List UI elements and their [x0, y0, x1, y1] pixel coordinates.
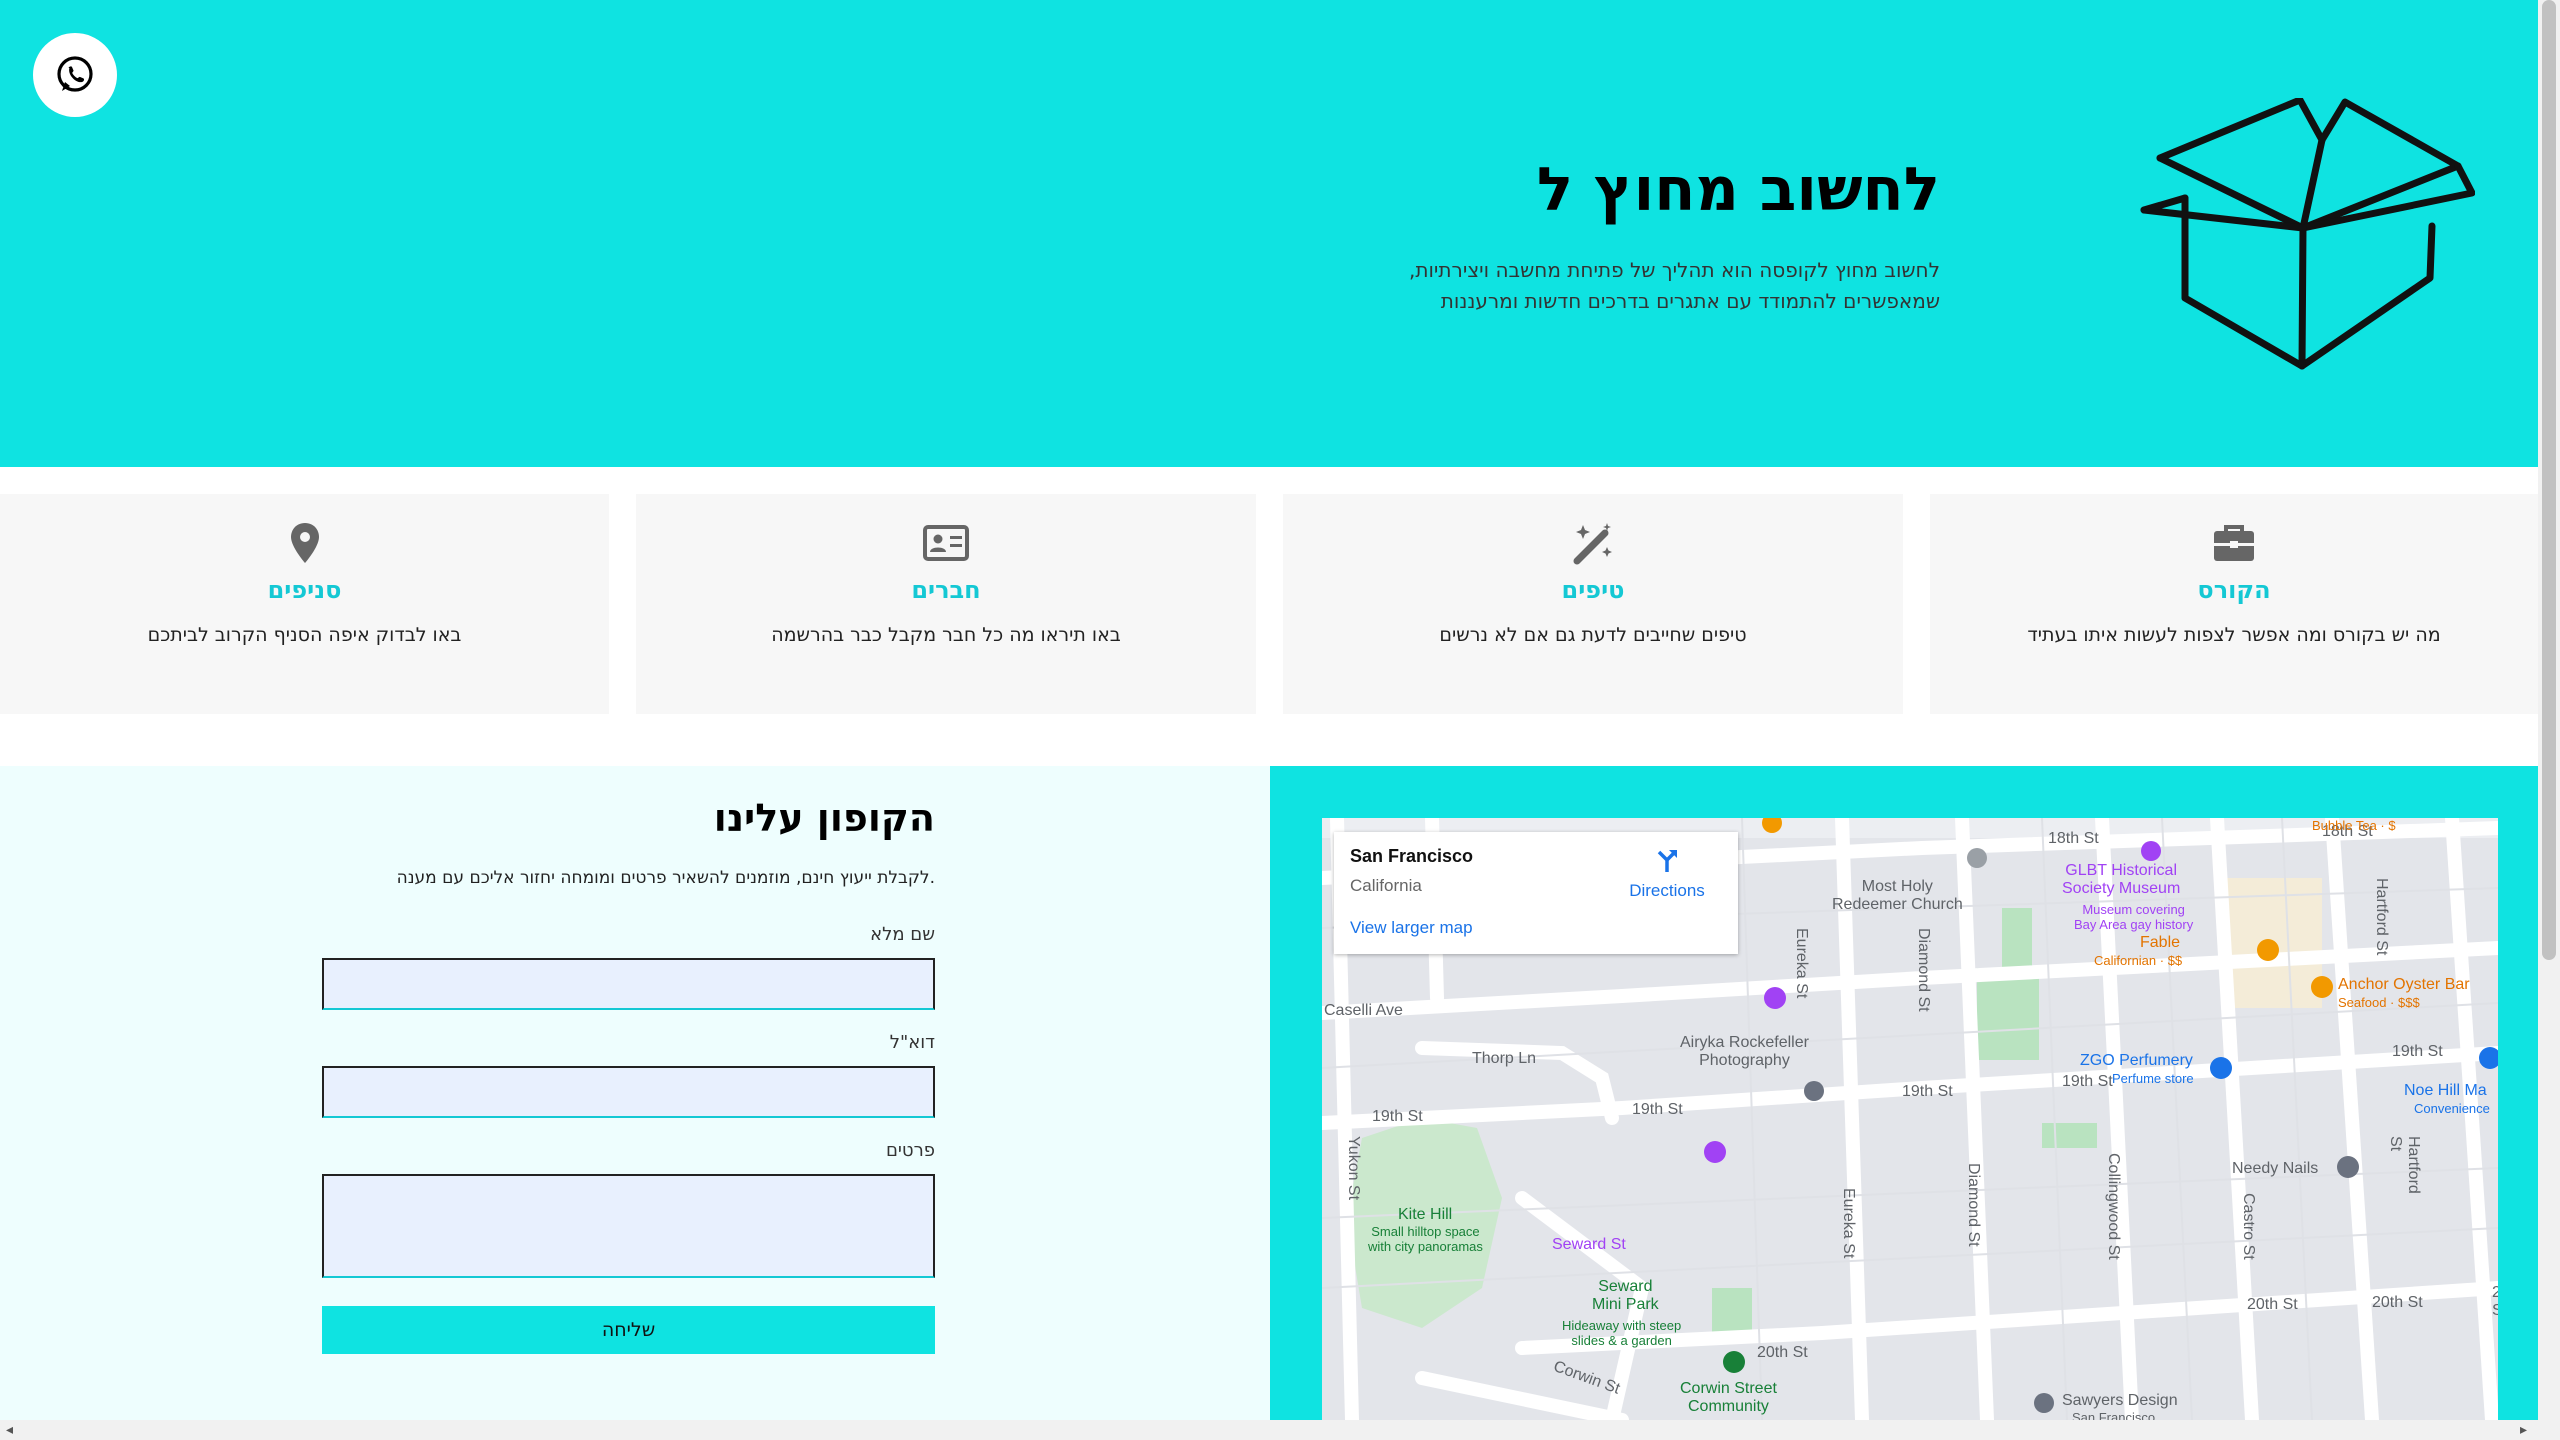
place-sublabel: Bubble Tea · $ — [2312, 818, 2396, 833]
feature-title: סניפים — [267, 576, 342, 604]
place-sublabel: San Francisco — [2072, 1410, 2156, 1420]
submit-button[interactable]: שליחה — [322, 1306, 935, 1354]
email-input[interactable] — [322, 1066, 935, 1118]
feature-card-tips[interactable]: טיפים טיפים שחייבים לדעת גם אם לא נרשים — [1283, 494, 1903, 714]
whatsapp-button[interactable] — [33, 33, 117, 117]
view-larger-map-link[interactable]: View larger map — [1350, 918, 1473, 938]
place-sublabel: Hideaway with steep slides & a garden — [1562, 1318, 1682, 1348]
scroll-left-icon[interactable]: ◂ — [6, 1422, 13, 1438]
street-label: Thorp Ln — [1472, 1050, 1537, 1067]
horizontal-scrollbar[interactable]: ◂ ▸ — [0, 1420, 2560, 1440]
directions-button[interactable]: Directions — [1622, 846, 1712, 901]
place-label: Seward St — [1552, 1236, 1626, 1253]
google-map[interactable]: 18th St 18th St Caselli Ave Thorp Ln 19t… — [1322, 818, 2498, 1420]
page: לחשוב מחוץ ל לחשוב מחוץ לקופסה הוא תהליך… — [0, 0, 2538, 1420]
street-label: Eureka St — [1840, 1188, 1857, 1259]
street-label: Corwin St — [1551, 1358, 1623, 1398]
coupon-title: הקופון עלינו — [713, 796, 935, 840]
hero-text: לחשוב מחוץ לקופסה הוא תהליך של פתיחת מחש… — [1408, 258, 1940, 313]
place-label: Sawyers Design — [2062, 1392, 2178, 1409]
feature-card-members[interactable]: חברים באו תיראו מה כל חבר מקבל כבר בהרשמ… — [636, 494, 1256, 714]
place-label: Kite Hill — [1398, 1206, 1453, 1223]
map-state: California — [1350, 876, 1422, 895]
place-label: Fable — [2140, 934, 2181, 951]
place-sublabel: Museum covering Bay Area gay history — [2074, 902, 2194, 932]
map-city: San Francisco — [1350, 846, 1474, 866]
place-label: Most Holy Redeemer Church — [1832, 878, 1963, 913]
name-label: שם מלא — [870, 924, 935, 945]
map-pin-icon — [280, 518, 330, 568]
street-label: Caselli Ave — [1324, 1002, 1403, 1019]
place-label: Airyka Rockefeller Photography — [1680, 1034, 1809, 1069]
feature-desc: מה יש בקורס ומה אפשר לצפות לעשות איתו בע… — [2027, 624, 2441, 646]
map-info-card: San Francisco California View larger map… — [1334, 832, 1738, 954]
details-textarea[interactable] — [322, 1174, 935, 1278]
street-label: 19th St — [1632, 1101, 1683, 1118]
feature-desc: באו תיראו מה כל חבר מקבל כבר בהרשמה — [771, 624, 1121, 646]
street-label: Hartford St — [2373, 878, 2390, 956]
directions-label: Directions — [1629, 881, 1705, 900]
place-label: Noe Hill Ma — [2404, 1082, 2487, 1099]
feature-title: טיפים — [1561, 576, 1625, 604]
street-label: 18th St — [2048, 830, 2099, 847]
feature-title: חברים — [911, 576, 981, 604]
scroll-right-icon[interactable]: ▸ — [2520, 1422, 2527, 1438]
feature-desc: טיפים שחייבים לדעת גם אם לא נרשים — [1439, 624, 1747, 646]
details-label: פרטים — [885, 1140, 935, 1161]
street-label: 19th St — [2062, 1073, 2113, 1090]
place-sublabel: Convenience — [2414, 1101, 2490, 1116]
email-label: דוא"ל — [889, 1032, 935, 1053]
street-label: 20th St — [2247, 1296, 2298, 1313]
map-section: 18th St 18th St Caselli Ave Thorp Ln 19t… — [1270, 766, 2538, 1420]
briefcase-icon — [2209, 518, 2259, 568]
coupon-section: הקופון עלינו .לקבלת ייעוץ חינם, מוזמנים … — [0, 766, 1270, 1420]
street-label: Collingwood St — [2105, 1153, 2122, 1260]
street-label: 20th St — [2372, 1294, 2423, 1311]
street-label: Diamond St — [1915, 928, 1932, 1012]
place-sublabel: Seafood · $$$ — [2338, 995, 2420, 1010]
street-label: Eureka St — [1793, 928, 1810, 999]
street-label: 19th St — [2392, 1043, 2443, 1060]
street-label: Hartford St — [2387, 1136, 2422, 1194]
vertical-scrollbar[interactable] — [2538, 0, 2560, 1420]
whatsapp-icon — [57, 56, 93, 92]
magic-wand-icon — [1568, 518, 1618, 568]
street-label: 20th St — [2492, 1284, 2498, 1319]
feature-title: הקורס — [2197, 576, 2271, 604]
full-name-input[interactable] — [322, 958, 935, 1010]
place-label: GLBT Historical Society Museum — [2062, 862, 2181, 897]
hero-title: לחשוב מחוץ ל — [1536, 155, 1940, 225]
street-label: Castro St — [2240, 1193, 2257, 1260]
place-label: Anchor Oyster Bar — [2338, 976, 2470, 993]
street-label: 20th St — [1757, 1344, 1808, 1361]
features-section: הקורס מה יש בקורס ומה אפשר לצפות לעשות א… — [0, 494, 2538, 714]
place-label: ZGO Perfumery — [2080, 1052, 2193, 1069]
street-label: Diamond St — [1965, 1163, 1982, 1247]
street-label: Yukon St — [1345, 1136, 1362, 1201]
feature-desc: באו לבדוק איפה הסניף הקרוב לביתכם — [147, 624, 462, 646]
feature-card-course[interactable]: הקורס מה יש בקורס ומה אפשר לצפות לעשות א… — [1930, 494, 2538, 714]
directions-icon — [1657, 850, 1677, 872]
place-label: Corwin Street Community — [1680, 1380, 1777, 1415]
hero-section: לחשוב מחוץ ל לחשוב מחוץ לקופסה הוא תהליך… — [0, 0, 2538, 467]
place-sublabel: Californian · $$ — [2094, 953, 2183, 968]
id-card-icon — [921, 518, 971, 568]
place-label: Needy Nails — [2232, 1160, 2319, 1177]
open-box-icon — [2140, 98, 2475, 370]
street-label: 19th St — [1372, 1108, 1423, 1125]
place-sublabel: Perfume store — [2112, 1071, 2194, 1086]
street-label: 19th St — [1902, 1083, 1953, 1100]
coupon-subtitle: .לקבלת ייעוץ חינם, מוזמנים להשאיר פרטים … — [396, 868, 935, 888]
place-sublabel: Small hilltop space with city panoramas — [1368, 1224, 1483, 1254]
scrollbar-thumb[interactable] — [2542, 0, 2556, 960]
place-label: Seward Mini Park — [1592, 1278, 1659, 1313]
feature-card-branches[interactable]: סניפים באו לבדוק איפה הסניף הקרוב לביתכם — [0, 494, 609, 714]
